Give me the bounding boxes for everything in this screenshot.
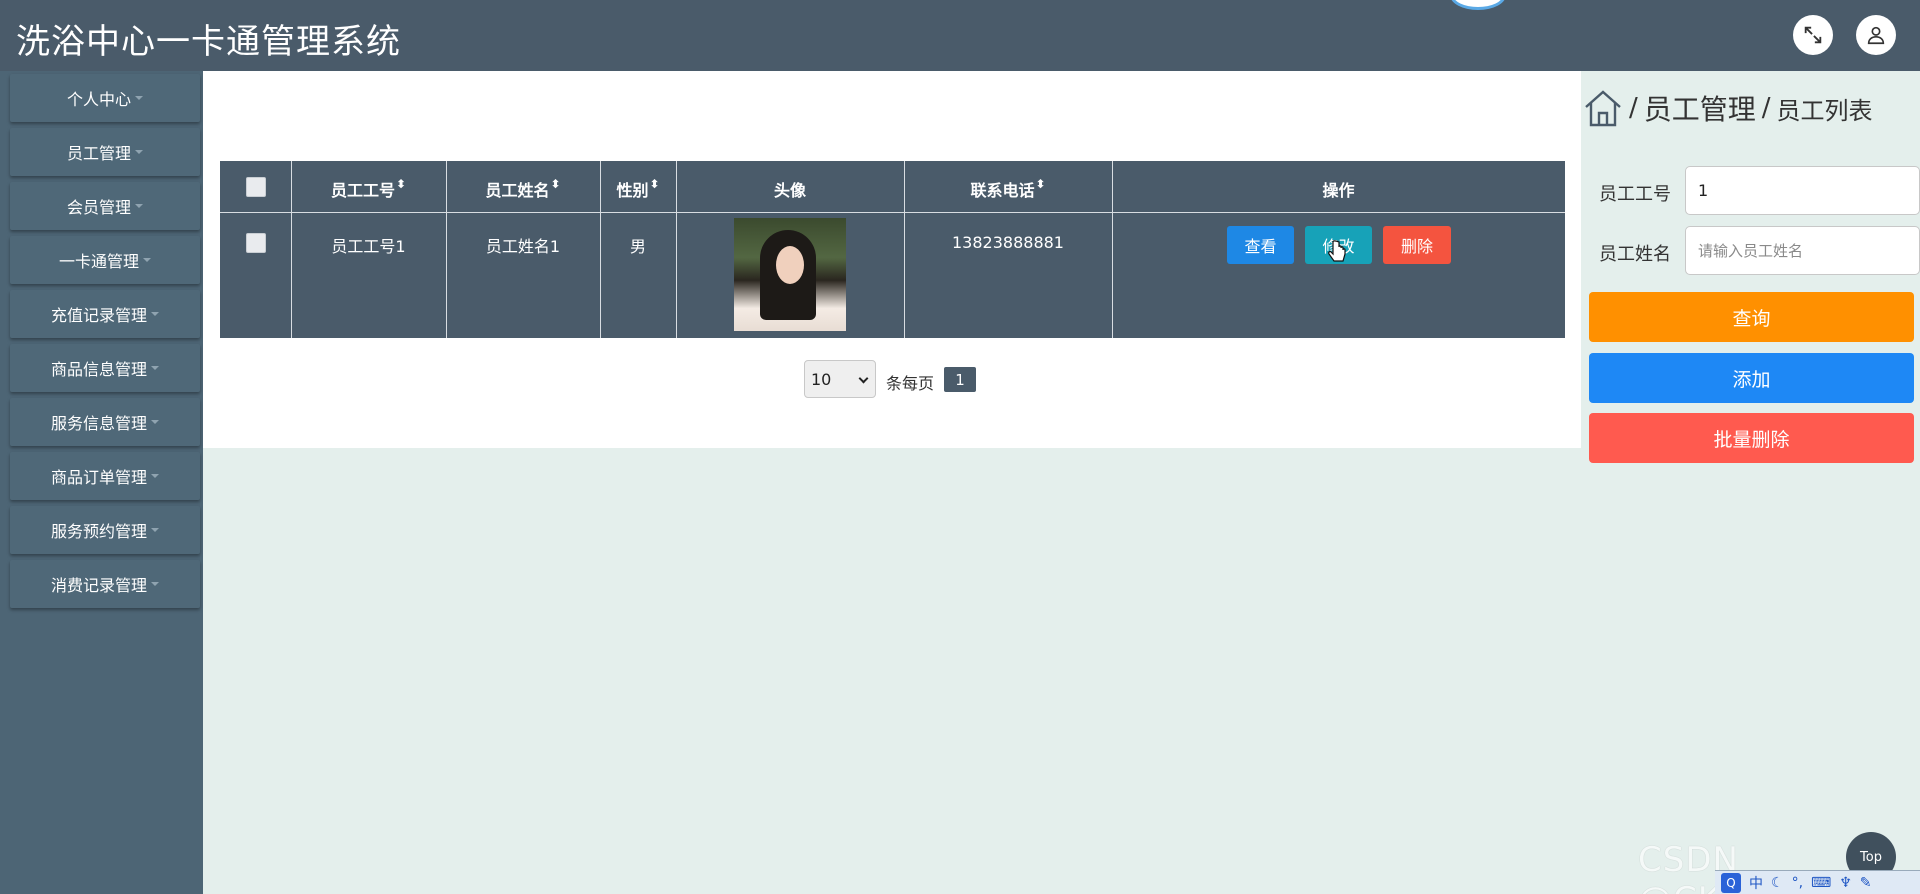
employee-id-label: 员工工号 (1599, 184, 1671, 205)
table-divider (220, 212, 1565, 213)
column-header-actions: 操作 (1322, 181, 1355, 200)
column-header-employee-id[interactable]: 员工工号 ⬍ (291, 177, 446, 201)
sidebar-item-personal-center[interactable]: 个人中心 (10, 74, 200, 122)
top-bar: 洗浴中心一卡通管理系统 (0, 0, 1920, 71)
caret-down-icon (135, 96, 143, 100)
sidebar-item-service-bookings[interactable]: 服务预约管理 (10, 506, 200, 554)
sort-icon: ⬍ (649, 177, 660, 191)
page-number-current[interactable]: 1 (944, 367, 976, 392)
add-button[interactable]: 添加 (1589, 353, 1914, 403)
per-page-label: 条每页 (886, 374, 935, 393)
column-header-employee-name[interactable]: 员工姓名 ⬍ (446, 177, 600, 201)
sidebar-item-label: 一卡通管理 (58, 252, 139, 271)
sidebar-item-label: 商品信息管理 (50, 360, 147, 379)
sidebar-item-label: 会员管理 (66, 198, 131, 217)
sidebar-item-recharge-records[interactable]: 充值记录管理 (10, 290, 200, 338)
sidebar-item-label: 服务信息管理 (50, 414, 147, 433)
moon-icon[interactable]: ☾ (1771, 875, 1784, 891)
sidebar-item-services[interactable]: 服务信息管理 (10, 398, 200, 446)
sort-icon: ⬍ (395, 177, 407, 191)
expand-icon (1804, 26, 1822, 44)
breadcrumb-separator: / (1629, 93, 1638, 123)
keyboard-icon[interactable]: ⌨ (1811, 875, 1831, 891)
column-header-avatar: 头像 (773, 181, 806, 200)
sidebar-item-label: 商品订单管理 (50, 468, 147, 487)
sidebar-item-label: 个人中心 (66, 90, 131, 109)
caret-down-icon (151, 420, 159, 424)
caret-down-icon (151, 528, 159, 532)
caret-down-icon (151, 474, 159, 478)
sidebar-item-products[interactable]: 商品信息管理 (10, 344, 200, 392)
query-button[interactable]: 查询 (1589, 292, 1914, 342)
caret-down-icon (151, 582, 159, 586)
table-cell-gender: 男 (629, 237, 646, 256)
caret-down-icon (135, 204, 143, 208)
top-decoration (1450, 0, 1506, 10)
page-size-select[interactable]: 10 (804, 360, 876, 398)
employee-name-label: 员工姓名 (1599, 244, 1671, 265)
caret-down-icon (143, 258, 151, 262)
employee-id-input[interactable]: 1 (1685, 166, 1920, 215)
breadcrumb-item-employee-list: 员工列表 (1776, 96, 1873, 125)
column-header-gender[interactable]: 性别 ⬍ (600, 177, 676, 201)
row-checkbox[interactable] (246, 233, 266, 253)
view-button[interactable]: 查看 (1227, 226, 1294, 264)
sidebar-item-consumption-records[interactable]: 消费记录管理 (10, 560, 200, 608)
table-cell-employee-name: 员工姓名1 (485, 237, 561, 256)
home-icon[interactable] (1583, 88, 1623, 128)
sidebar-item-members[interactable]: 会员管理 (10, 182, 200, 230)
table-cell-phone: 13823888881 (952, 233, 1064, 252)
table-cell-employee-id: 员工工号1 (331, 237, 406, 256)
sort-icon: ⬍ (1035, 177, 1046, 191)
ime-logo-icon[interactable]: Q (1721, 872, 1741, 893)
sort-icon: ⬍ (550, 177, 561, 191)
select-all-checkbox[interactable] (246, 177, 266, 197)
sidebar-item-label: 员工管理 (66, 144, 131, 163)
ime-mode-indicator[interactable]: 中 (1749, 873, 1763, 893)
chevron-down-icon (858, 373, 869, 384)
punctuation-icon[interactable]: °, (1792, 875, 1803, 891)
fullscreen-button[interactable] (1793, 15, 1833, 55)
employee-name-input[interactable]: 请输入员工姓名 (1685, 226, 1920, 275)
caret-down-icon (135, 150, 143, 154)
delete-button[interactable]: 删除 (1383, 226, 1451, 264)
sidebar-item-product-orders[interactable]: 商品订单管理 (10, 452, 200, 500)
settings-icon[interactable]: ✎ (1860, 875, 1872, 891)
user-icon (1867, 26, 1885, 45)
sidebar-item-cards[interactable]: 一卡通管理 (10, 236, 200, 284)
sidebar-item-employees[interactable]: 员工管理 (10, 128, 200, 176)
column-header-phone[interactable]: 联系电话 ⬍ (904, 177, 1112, 201)
sidebar-item-label: 充值记录管理 (50, 306, 147, 325)
caret-down-icon (151, 312, 159, 316)
sidebar-item-label: 消费记录管理 (50, 576, 147, 595)
ime-toolbar: Q 中 ☾ °, ⌨ ♆ ✎ (1715, 870, 1920, 894)
hand-cursor-icon (1328, 240, 1346, 262)
skin-icon[interactable]: ♆ (1839, 875, 1852, 891)
user-menu-button[interactable] (1856, 15, 1896, 55)
employee-avatar-image (776, 246, 804, 284)
sidebar-item-label: 服务预约管理 (50, 522, 147, 541)
breadcrumb: / 员工管理 / 员工列表 (1583, 88, 1873, 128)
breadcrumb-item-employee-management[interactable]: 员工管理 (1644, 88, 1756, 128)
caret-down-icon (151, 366, 159, 370)
batch-delete-button[interactable]: 批量删除 (1589, 413, 1914, 463)
app-title: 洗浴中心一卡通管理系统 (16, 22, 401, 62)
breadcrumb-separator: / (1761, 93, 1771, 123)
